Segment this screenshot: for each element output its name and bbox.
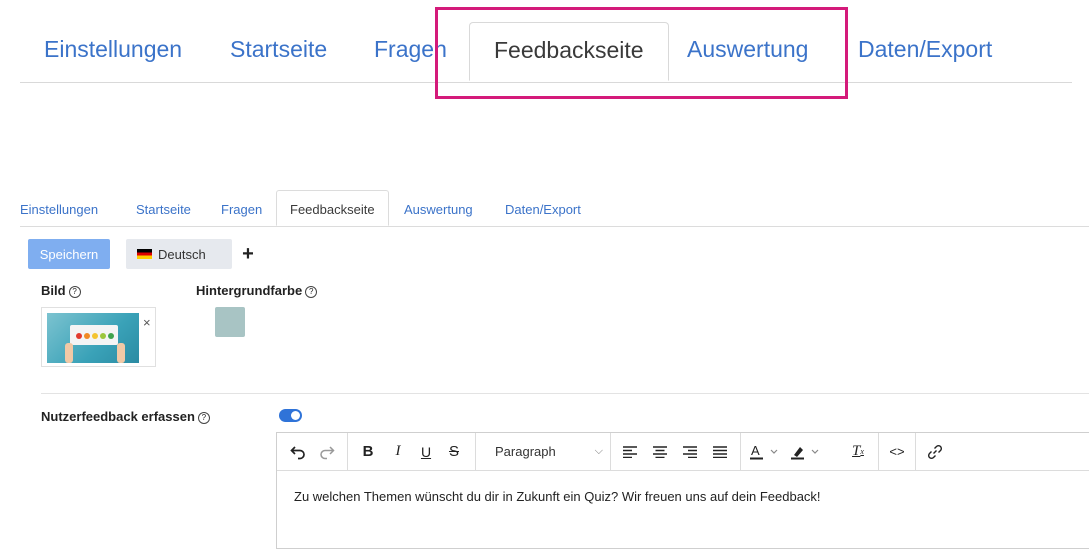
align-left-icon[interactable] (619, 433, 641, 470)
language-label: Deutsch (158, 246, 206, 262)
feedback-field-label: Nutzerfeedback erfassen? (41, 409, 210, 424)
highlight-color-icon[interactable] (789, 433, 827, 470)
big-tab-fragen[interactable]: Fragen (374, 36, 447, 63)
big-tab-daten-export[interactable]: Daten/Export (858, 36, 992, 63)
redo-icon[interactable] (315, 433, 339, 470)
editor-toolbar: B I U S Paragraph ⌵ A Tx <> (277, 433, 1089, 471)
align-justify-icon[interactable] (709, 433, 731, 470)
image-field-label: Bild? (41, 283, 81, 298)
big-tab-startseite[interactable]: Startseite (230, 36, 327, 63)
divider (41, 393, 1089, 394)
svg-text:A: A (751, 444, 760, 458)
help-icon[interactable]: ? (68, 286, 81, 298)
feedback-image-thumbnail (47, 313, 139, 363)
help-icon[interactable]: ? (197, 412, 210, 424)
tab-bar: Einstellungen Startseite Fragen Feedback… (20, 190, 1089, 227)
italic-icon[interactable]: I (387, 433, 409, 470)
block-format-label: Paragraph (495, 444, 556, 459)
image-label-text: Bild (41, 283, 66, 298)
feedback-label-text: Nutzerfeedback erfassen (41, 409, 195, 424)
tab-auswertung[interactable]: Auswertung (404, 202, 473, 217)
align-right-icon[interactable] (679, 433, 701, 470)
block-format-select[interactable]: Paragraph ⌵ (484, 433, 606, 470)
bgcolor-field-label: Hintergrundfarbe? (196, 283, 318, 298)
chevron-down-icon: ⌵ (594, 445, 603, 457)
language-select[interactable]: Deutsch (126, 239, 232, 269)
remove-image-icon[interactable]: × (143, 315, 151, 330)
editor-content[interactable]: Zu welchen Themen wünscht du dir in Zuku… (294, 489, 821, 504)
big-tab-einstellungen[interactable]: Einstellungen (44, 36, 182, 63)
tab-startseite[interactable]: Startseite (136, 202, 191, 217)
big-tab-feedbackseite[interactable]: Feedbackseite (469, 22, 669, 81)
strikethrough-icon[interactable]: S (443, 433, 465, 470)
tab-daten-export[interactable]: Daten/Export (505, 202, 581, 217)
background-color-swatch[interactable] (215, 307, 245, 337)
clear-formatting-icon[interactable]: Tx (847, 433, 869, 470)
bgcolor-label-text: Hintergrundfarbe (196, 283, 303, 298)
bold-icon[interactable]: B (357, 433, 379, 470)
tab-fragen[interactable]: Fragen (221, 202, 262, 217)
help-icon[interactable]: ? (305, 286, 318, 298)
big-tab-auswertung[interactable]: Auswertung (687, 36, 808, 63)
feedback-toggle[interactable] (279, 409, 302, 422)
tab-einstellungen[interactable]: Einstellungen (20, 202, 98, 217)
save-button[interactable]: Speichern (28, 239, 110, 269)
add-language-button[interactable]: + (233, 239, 263, 269)
align-center-icon[interactable] (649, 433, 671, 470)
underline-icon[interactable]: U (415, 433, 437, 470)
link-icon[interactable] (924, 433, 946, 470)
tab-feedbackseite[interactable]: Feedbackseite (276, 190, 389, 226)
rich-text-editor: B I U S Paragraph ⌵ A Tx <> Zu welchen T… (276, 432, 1089, 549)
code-icon[interactable]: <> (886, 433, 908, 470)
zoomed-tab-bar: Einstellungen Startseite Fragen Feedback… (20, 0, 1072, 83)
text-color-icon[interactable]: A (748, 433, 786, 470)
undo-icon[interactable] (285, 433, 311, 470)
image-preview[interactable]: × (41, 307, 156, 367)
german-flag-icon (137, 249, 152, 259)
